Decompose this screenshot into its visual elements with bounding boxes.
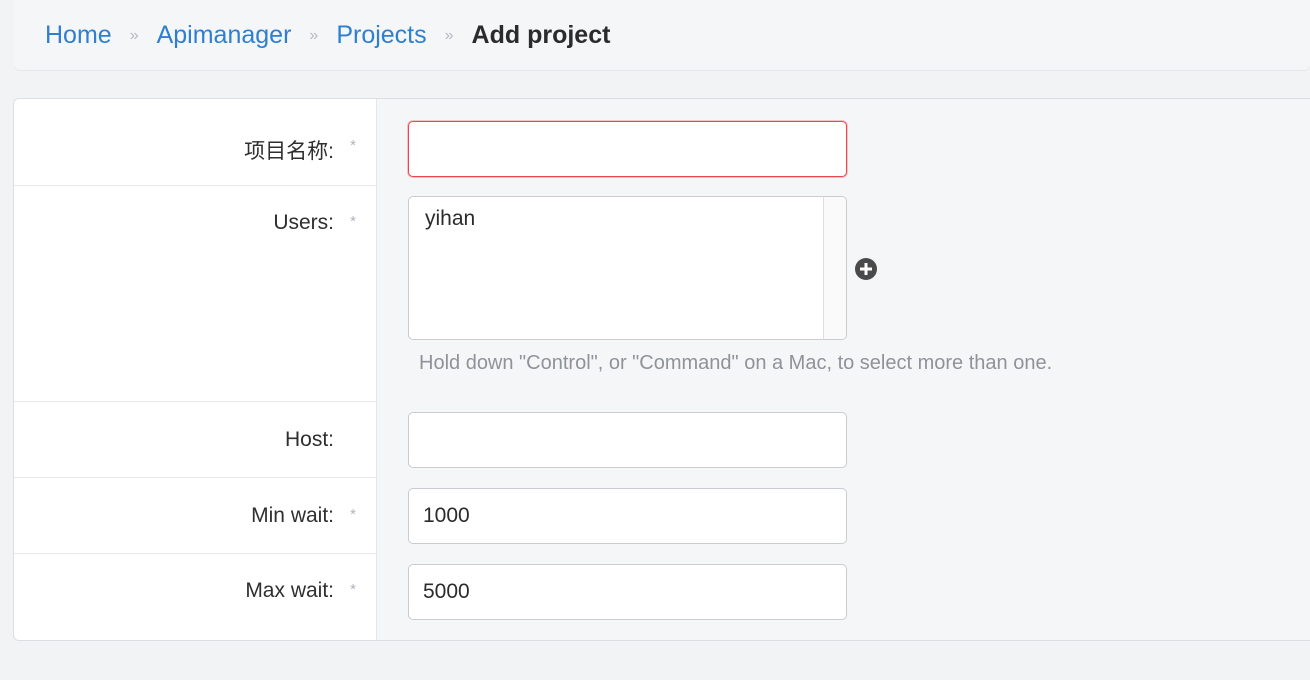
- select-scrollbar[interactable]: [823, 197, 846, 339]
- users-select[interactable]: yihan: [408, 196, 847, 340]
- users-label: Users:: [273, 211, 334, 234]
- add-user-button[interactable]: [855, 258, 877, 280]
- breadcrumb-current: Add project: [471, 20, 611, 49]
- breadcrumb-app-link[interactable]: Apimanager: [157, 21, 292, 50]
- breadcrumb-model-link[interactable]: Projects: [336, 21, 426, 50]
- form-row-host: Host:: [14, 402, 376, 478]
- required-marker: *: [350, 581, 356, 598]
- plus-circle-icon: [860, 263, 872, 275]
- select-option[interactable]: yihan: [425, 207, 475, 231]
- form-row-name: 项目名称: *: [14, 99, 376, 186]
- min-wait-input[interactable]: [408, 488, 847, 544]
- breadcrumb: Home » Apimanager » Projects » Add proje…: [14, 0, 1310, 70]
- required-marker: *: [350, 137, 356, 154]
- breadcrumb-home-link[interactable]: Home: [45, 21, 112, 50]
- field-column: yihan Hold down "Control", or "Command" …: [376, 99, 1310, 640]
- form-row-users: Users: *: [14, 186, 376, 402]
- breadcrumb-separator: »: [309, 27, 319, 44]
- name-label: 项目名称:: [244, 140, 334, 163]
- required-marker: *: [350, 213, 356, 230]
- breadcrumb-separator: »: [444, 27, 454, 44]
- form-row-min-wait: Min wait: *: [14, 478, 376, 554]
- breadcrumb-separator: »: [129, 27, 139, 44]
- project-name-input[interactable]: [408, 121, 847, 177]
- max-wait-label: Max wait:: [245, 579, 334, 602]
- host-label: Host:: [284, 428, 334, 451]
- required-marker: *: [350, 506, 356, 523]
- min-wait-label: Min wait:: [251, 504, 334, 527]
- host-input[interactable]: [408, 412, 847, 468]
- max-wait-input[interactable]: [408, 564, 847, 620]
- label-column: 项目名称: * Users: * Host: Min wait: * Max w…: [14, 99, 376, 640]
- users-help-text: Hold down "Control", or "Command" on a M…: [419, 352, 1053, 374]
- form-row-max-wait: Max wait: *: [14, 554, 376, 640]
- add-project-form: 项目名称: * Users: * Host: Min wait: * Max w…: [13, 98, 1310, 641]
